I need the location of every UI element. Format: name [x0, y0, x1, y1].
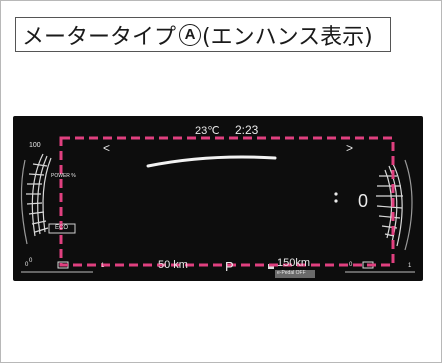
meter-cluster-display: 23℃ 2:23 < > 100 POWER % ECO 0 0 50 km P… [13, 116, 423, 281]
power-gauge-icon [20, 153, 52, 245]
power-scale-top: 100 [29, 142, 41, 149]
title-suffix: (エンハンス表示) [202, 24, 373, 50]
shift-position: P [225, 259, 234, 274]
battery-scale-left: 0 [349, 262, 353, 268]
eco-label: ECO [55, 225, 69, 231]
epedal-status: e-Pedal OFF [277, 270, 306, 276]
left-arrow-icon: < [103, 141, 111, 155]
meter-type-title: メータータイプ A (エンハンス表示) [15, 17, 391, 52]
range-readout: 50 km [158, 259, 188, 271]
battery-scale-right: 1 [408, 263, 412, 269]
colon-dot-icon [334, 192, 338, 196]
power-scale-bottom: 0 [29, 258, 33, 264]
power-label: POWER % [51, 173, 76, 179]
fuel-scale-right: 1 [101, 263, 105, 269]
type-a-badge: A [179, 23, 202, 46]
speed-readout: 0 [358, 191, 369, 211]
clock-readout: 2:23 [235, 123, 259, 137]
colon-dot-icon [334, 199, 338, 203]
fuel-scale-left: 0 [25, 262, 29, 268]
odometer-readout: 150km [277, 257, 311, 269]
speed-arc-icon [146, 155, 277, 168]
title-prefix: メータータイプ [22, 24, 177, 50]
right-arrow-icon: > [346, 141, 354, 155]
temperature-readout: 23℃ [195, 125, 220, 137]
manual-page: メータータイプ A (エンハンス表示) 23℃ 2:23 < > 100 POW… [0, 0, 442, 363]
